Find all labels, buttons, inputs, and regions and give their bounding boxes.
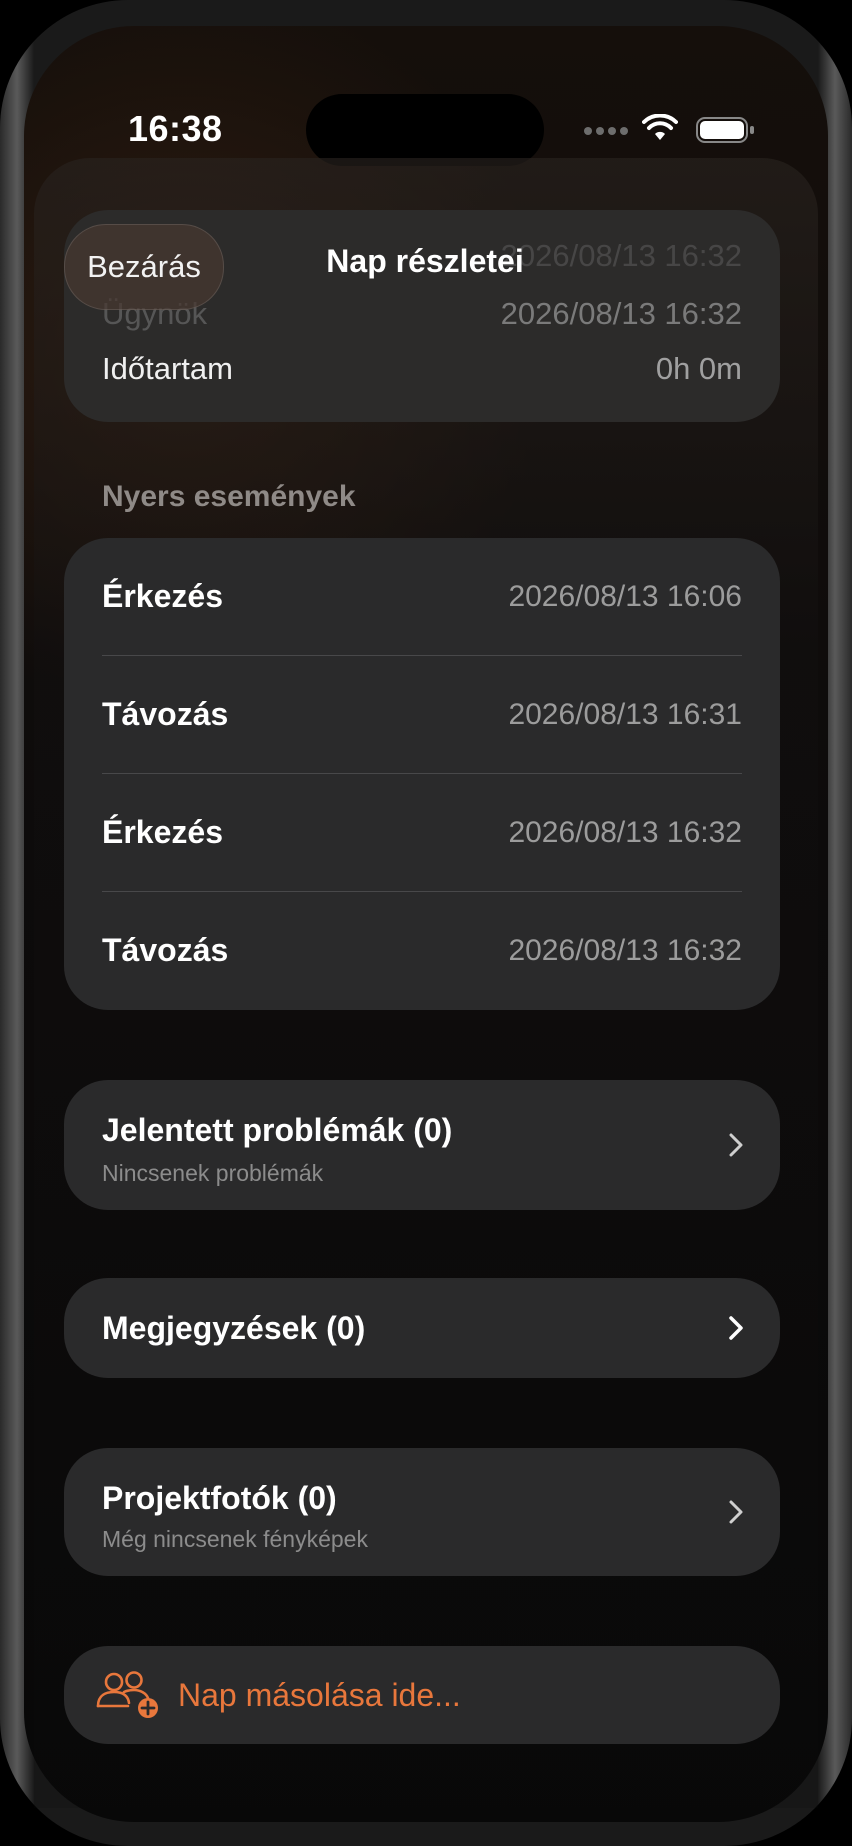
event-type: Érkezés — [102, 814, 223, 850]
wifi-icon — [642, 114, 678, 140]
event-time: 2026/08/13 16:31 — [508, 698, 742, 731]
project-photos-button[interactable]: Projektfotók (0) Még nincsenek fényképek — [64, 1448, 780, 1576]
chevron-right-icon — [729, 1133, 743, 1157]
duration-value: 0h 0m — [655, 351, 742, 386]
notes-button[interactable]: Megjegyzések (0) — [64, 1278, 780, 1378]
notes-title: Megjegyzések (0) — [102, 1310, 366, 1346]
raw-events-list: Érkezés 2026/08/13 16:06 Távozás 2026/08… — [64, 538, 780, 1010]
photos-title: Projektfotók (0) — [102, 1480, 337, 1516]
event-row: Távozás 2026/08/13 16:32 — [64, 892, 780, 1010]
signal-dots-icon — [584, 122, 632, 140]
event-type: Távozás — [102, 932, 229, 968]
chevron-right-icon — [729, 1500, 743, 1524]
event-type: Távozás — [102, 696, 229, 732]
page-title: Nap részletei — [326, 243, 524, 279]
event-row: Érkezés 2026/08/13 16:06 — [64, 538, 780, 656]
duration-label: Időtartam — [102, 351, 233, 386]
chevron-right-icon — [729, 1316, 743, 1340]
event-time: 2026/08/13 16:06 — [508, 580, 742, 613]
issues-title: Jelentett problémák (0) — [102, 1112, 453, 1148]
event-time: 2026/08/13 16:32 — [508, 816, 742, 849]
issues-subtitle: Nincsenek problémák — [102, 1160, 324, 1186]
status-indicators — [584, 114, 794, 144]
battery-icon — [696, 117, 754, 143]
people-add-icon — [96, 1671, 158, 1718]
event-row: Távozás 2026/08/13 16:31 — [64, 656, 780, 774]
photos-subtitle: Még nincsenek fényképek — [102, 1526, 368, 1552]
event-row: Érkezés 2026/08/13 16:32 — [64, 774, 780, 892]
agent-value: 2026/08/13 16:32 — [500, 296, 742, 331]
dynamic-island — [306, 94, 544, 166]
reported-issues-button[interactable]: Jelentett problémák (0) Nincsenek problé… — [64, 1080, 780, 1210]
copy-day-button[interactable]: Nap másolása ide... — [64, 1646, 780, 1744]
raw-events-section-title: Nyers események — [102, 480, 356, 513]
close-button[interactable]: Bezárás — [64, 224, 224, 310]
event-type: Érkezés — [102, 578, 223, 614]
copy-day-label: Nap másolása ide... — [178, 1677, 461, 1713]
status-time: 16:38 — [128, 108, 223, 149]
event-time: 2026/08/13 16:32 — [508, 934, 742, 967]
